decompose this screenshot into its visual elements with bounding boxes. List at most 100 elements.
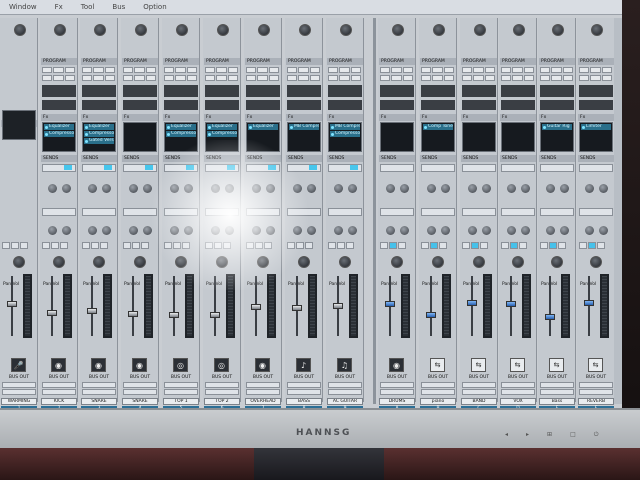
volume-fader[interactable]: [506, 301, 516, 307]
dyn-buttons[interactable]: [328, 75, 361, 81]
send-knob[interactable]: [211, 184, 220, 193]
gain-knob[interactable]: [513, 24, 525, 36]
channel-name[interactable]: OVERHEAD: [245, 398, 281, 405]
volume-fader[interactable]: [210, 312, 220, 318]
mute-button[interactable]: [164, 242, 172, 249]
send-pan-knob[interactable]: [599, 226, 608, 235]
insert-slot[interactable]: Guitar Rig: [540, 122, 574, 152]
gain-knob[interactable]: [135, 24, 147, 36]
send-pan-knob[interactable]: [143, 226, 152, 235]
insert-slot[interactable]: Equalizer: [246, 122, 280, 152]
output-route[interactable]: [328, 389, 362, 395]
eq-buttons[interactable]: [42, 67, 75, 73]
send-pan-knob[interactable]: [348, 184, 357, 193]
channel-name[interactable]: Bass: [539, 398, 575, 405]
send-pan-knob[interactable]: [184, 226, 193, 235]
eq-buttons[interactable]: [380, 67, 413, 73]
volume-fader[interactable]: [7, 301, 17, 307]
monitor-menu-icon[interactable]: ⊞: [547, 431, 552, 439]
drum-icon[interactable]: ◉: [255, 358, 270, 372]
solo-button[interactable]: [549, 242, 557, 249]
send-knob[interactable]: [48, 184, 57, 193]
send-pan-knob[interactable]: [143, 184, 152, 193]
pan-knob[interactable]: [339, 256, 351, 268]
channel-name[interactable]: WARMING: [1, 398, 37, 405]
eq-buttons[interactable]: [246, 67, 279, 73]
send-selector[interactable]: [579, 208, 613, 216]
mute-button[interactable]: [205, 242, 213, 249]
input-route[interactable]: [328, 382, 362, 388]
input-route[interactable]: [287, 382, 321, 388]
send-knob[interactable]: [252, 184, 261, 193]
dyn-buttons[interactable]: [82, 75, 115, 81]
send-knob[interactable]: [585, 184, 594, 193]
send-knob[interactable]: [468, 226, 477, 235]
send-knob[interactable]: [546, 226, 555, 235]
rec-button[interactable]: [398, 242, 406, 249]
insert-slot[interactable]: Limiter: [579, 122, 613, 152]
send-selector[interactable]: [462, 164, 496, 172]
eq-buttons[interactable]: [328, 67, 361, 73]
send-pan-knob[interactable]: [62, 184, 71, 193]
mic-icon[interactable]: 🎤: [11, 358, 26, 372]
menu-tool[interactable]: Tool: [72, 3, 104, 11]
rec-button[interactable]: [346, 242, 354, 249]
gain-knob[interactable]: [591, 24, 603, 36]
insert-slot[interactable]: [123, 122, 157, 152]
insert-plugin[interactable]: Comp Tone: [423, 124, 453, 130]
monitor-left-icon[interactable]: ◂: [505, 431, 508, 439]
insert-slot[interactable]: Equalizer Compressor: [42, 122, 76, 152]
gain-knob[interactable]: [176, 24, 188, 36]
dyn-buttons[interactable]: [42, 75, 75, 81]
send-selector[interactable]: [421, 208, 455, 216]
output-route[interactable]: [287, 389, 321, 395]
input-route[interactable]: [42, 382, 76, 388]
volume-fader[interactable]: [545, 314, 555, 320]
send-pan-knob[interactable]: [225, 226, 234, 235]
solo-button[interactable]: [588, 242, 596, 249]
eq-buttons[interactable]: [123, 67, 156, 73]
mute-button[interactable]: [82, 242, 90, 249]
solo-button[interactable]: [173, 242, 181, 249]
send-pan-knob[interactable]: [482, 184, 491, 193]
pan-knob[interactable]: [134, 256, 146, 268]
send-knob[interactable]: [585, 226, 594, 235]
send-selector[interactable]: [501, 164, 535, 172]
send-selector[interactable]: [579, 164, 613, 172]
channel-name[interactable]: TOP 2: [204, 398, 240, 405]
send-pan-knob[interactable]: [266, 184, 275, 193]
send-on-button[interactable]: [350, 165, 358, 170]
solo-button[interactable]: [296, 242, 304, 249]
dyn-buttons[interactable]: [123, 75, 156, 81]
pan-knob[interactable]: [53, 256, 65, 268]
rec-button[interactable]: [305, 242, 313, 249]
send-on-button[interactable]: [64, 165, 72, 170]
eq-buttons[interactable]: [287, 67, 320, 73]
input-route[interactable]: [380, 382, 414, 388]
volume-fader[interactable]: [47, 310, 57, 316]
rec-button[interactable]: [480, 242, 488, 249]
rec-button[interactable]: [20, 242, 28, 249]
output-route[interactable]: [579, 389, 613, 395]
output-route[interactable]: [42, 389, 76, 395]
send-selector[interactable]: [540, 164, 574, 172]
mute-button[interactable]: [42, 242, 50, 249]
menu-window[interactable]: Window: [0, 3, 46, 11]
send-selector[interactable]: [287, 208, 321, 216]
bus-icon[interactable]: ⇆: [588, 358, 603, 372]
eq-buttons[interactable]: [540, 67, 573, 73]
insert-plugin[interactable]: Equalizer: [166, 124, 196, 130]
gain-knob[interactable]: [54, 24, 66, 36]
send-knob[interactable]: [88, 226, 97, 235]
channel-name[interactable]: REVERB: [578, 398, 614, 405]
insert-plugin[interactable]: Compressor: [330, 131, 360, 137]
send-knob[interactable]: [129, 184, 138, 193]
channel-name[interactable]: SNARE: [81, 398, 117, 405]
menu-option[interactable]: Option: [134, 3, 175, 11]
input-route[interactable]: [421, 382, 455, 388]
send-pan-knob[interactable]: [225, 184, 234, 193]
gain-knob[interactable]: [217, 24, 229, 36]
gain-knob[interactable]: [433, 24, 445, 36]
send-selector[interactable]: [462, 208, 496, 216]
gain-knob[interactable]: [474, 24, 486, 36]
